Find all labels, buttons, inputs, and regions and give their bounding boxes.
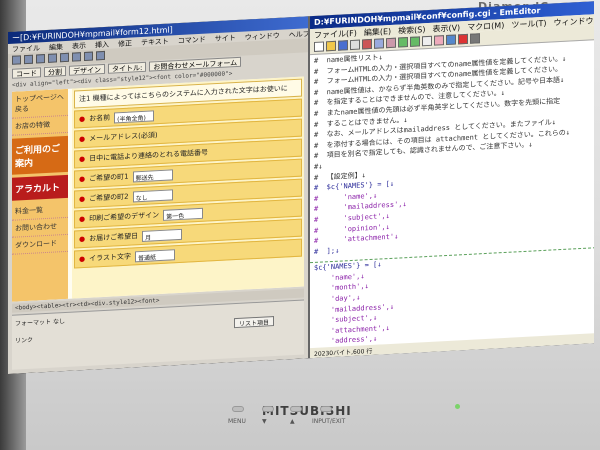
format-label: フォーマット xyxy=(15,318,52,328)
view-tab[interactable]: 分割 xyxy=(44,65,66,78)
form-row-label: ご希望の町1 xyxy=(89,172,129,183)
image-icon[interactable] xyxy=(60,52,69,63)
form-icon[interactable] xyxy=(84,51,93,62)
redo-icon[interactable] xyxy=(410,36,420,47)
cut-icon[interactable] xyxy=(362,38,372,50)
bookmark-icon[interactable] xyxy=(446,34,456,46)
hw-button-label: ▲ xyxy=(290,418,295,425)
page-nav-link[interactable]: トップページへ戻る xyxy=(12,88,68,119)
page-order-form: 注1 機種によってはこちらのシステムに入力された文字はお使いに ● お名前 (半角全角… xyxy=(72,76,304,299)
authoring-menu-item[interactable]: 表示 xyxy=(72,41,86,51)
form-row-label: 日中に電話より連絡のとれる電話番号 xyxy=(89,148,208,163)
save-icon[interactable] xyxy=(36,54,45,64)
editor-menu-item[interactable]: 検索(S) xyxy=(398,24,425,35)
paste-icon[interactable] xyxy=(386,37,396,49)
input-exit-hw-button[interactable] xyxy=(320,406,332,412)
design-view[interactable]: トップページへ戻る お店の特徴 ご利用のご案内 アラカルト 料金一覧 お問い合わせ ダウンロ… xyxy=(12,76,304,302)
text-editor-window: D:¥FURINDOH¥mpmail¥conf¥config.cgi - EmE… xyxy=(308,1,594,359)
monitor-screen: ー[D:¥FURINDOH¥mpmail¥form12.html] ファイル 編集… xyxy=(8,1,594,375)
editor-text-area[interactable]: # name属性リスト↓ # フォームHTMLの入力・選択項目すべてのname属性… xyxy=(310,41,594,348)
new-file-icon[interactable] xyxy=(12,55,21,65)
page-nav-link[interactable]: お店の特徴 xyxy=(12,115,68,136)
authoring-menu-item[interactable]: コマンド xyxy=(178,35,206,45)
editor-menu-item[interactable]: ファイル(F) xyxy=(314,28,357,40)
authoring-menu-item[interactable]: 編集 xyxy=(49,42,63,52)
authoring-menu-item[interactable]: テキスト xyxy=(141,37,169,47)
form-row-label: イラスト文字 xyxy=(89,252,131,263)
form-row-label: お名前 xyxy=(89,113,111,123)
hw-button-label: MENU xyxy=(228,418,246,425)
view-tab[interactable]: コード xyxy=(12,67,41,79)
up-hw-button[interactable] xyxy=(290,406,302,412)
form-row-field[interactable]: (半角全角) xyxy=(114,109,155,123)
format-value[interactable]: なし xyxy=(53,318,65,326)
save-icon[interactable] xyxy=(338,40,348,51)
undo-icon[interactable] xyxy=(398,37,408,48)
replace-icon[interactable] xyxy=(434,35,444,46)
table-icon[interactable] xyxy=(48,53,57,63)
editor-menu-item[interactable]: マクロ(M) xyxy=(467,20,504,32)
form-row-field[interactable]: 郵送先 xyxy=(132,168,173,182)
required-marker-icon: ● xyxy=(79,214,86,224)
view-tab[interactable]: タイトル: xyxy=(108,61,147,74)
required-marker-icon: ● xyxy=(79,134,86,144)
page-nav-link[interactable]: ダウンロード xyxy=(12,234,68,255)
form-row-field[interactable]: 普通紙 xyxy=(134,248,175,262)
page-nav-link[interactable]: アラカルト xyxy=(12,174,68,201)
copy-icon[interactable] xyxy=(374,38,384,49)
open-file-icon[interactable] xyxy=(24,54,33,65)
preview-icon[interactable] xyxy=(96,50,105,61)
authoring-menu-item[interactable]: ウィンドウ xyxy=(245,31,280,42)
link-icon[interactable] xyxy=(72,52,81,62)
page-side-nav: トップページへ戻る お店の特徴 ご利用のご案内 アラカルト 料金一覧 お問い合わせ ダウンロ… xyxy=(12,88,68,302)
macro-icon[interactable] xyxy=(458,33,468,45)
required-marker-icon: ● xyxy=(79,114,86,124)
form-row-field[interactable]: 第一色 xyxy=(163,207,204,221)
print-icon[interactable] xyxy=(350,39,360,51)
authoring-menu-item[interactable]: 修正 xyxy=(118,39,132,49)
search-icon[interactable] xyxy=(422,35,432,47)
open-icon[interactable] xyxy=(326,40,336,52)
editor-menu-item[interactable]: 表示(V) xyxy=(432,22,460,33)
form-row-field[interactable]: 月 xyxy=(142,228,183,242)
editor-menu-item[interactable]: 編集(E) xyxy=(364,26,391,37)
form-row-label: メールアドレス(必須) xyxy=(89,131,158,143)
down-hw-button[interactable] xyxy=(262,406,274,412)
link-label: リンク xyxy=(15,336,34,345)
power-led xyxy=(455,404,460,409)
editor-menu-item[interactable]: ウィンドウ(W) xyxy=(553,15,594,28)
form-row-label: お届けご希望日 xyxy=(89,232,139,243)
form-row-label: ご希望の町2 xyxy=(89,192,129,203)
required-marker-icon: ● xyxy=(79,154,86,164)
monitor-brand-bottom: MITSUBISHI xyxy=(262,404,352,418)
view-tab[interactable]: デザイン xyxy=(69,63,105,76)
hw-button-label: INPUT/EXIT xyxy=(312,418,346,425)
required-marker-icon: ● xyxy=(79,194,86,204)
form-row-field[interactable]: なし xyxy=(132,188,173,202)
new-icon[interactable] xyxy=(314,41,324,52)
required-marker-icon: ● xyxy=(79,254,86,264)
authoring-menu-item[interactable]: ファイル xyxy=(12,43,40,53)
menu-hw-button[interactable] xyxy=(232,406,244,412)
form-row-label: 印刷ご希望のデザイン xyxy=(89,211,160,223)
editor-menu-item[interactable]: ツール(T) xyxy=(511,18,546,30)
list-item-button[interactable]: リスト項目 xyxy=(234,316,274,329)
required-marker-icon: ● xyxy=(79,234,86,244)
authoring-window: ー[D:¥FURINDOH¥mpmail¥form12.html] ファイル 編集… xyxy=(8,16,310,374)
authoring-menu-item[interactable]: サイト xyxy=(215,33,236,43)
page-nav-link[interactable]: ご利用のご案内 xyxy=(12,135,68,175)
authoring-menu-item[interactable]: ヘルプ xyxy=(289,29,310,39)
required-marker-icon: ● xyxy=(79,174,86,184)
authoring-menu-item[interactable]: 挿入 xyxy=(95,40,109,50)
settings-icon[interactable] xyxy=(470,33,480,44)
hw-button-label: ▼ xyxy=(262,418,267,425)
